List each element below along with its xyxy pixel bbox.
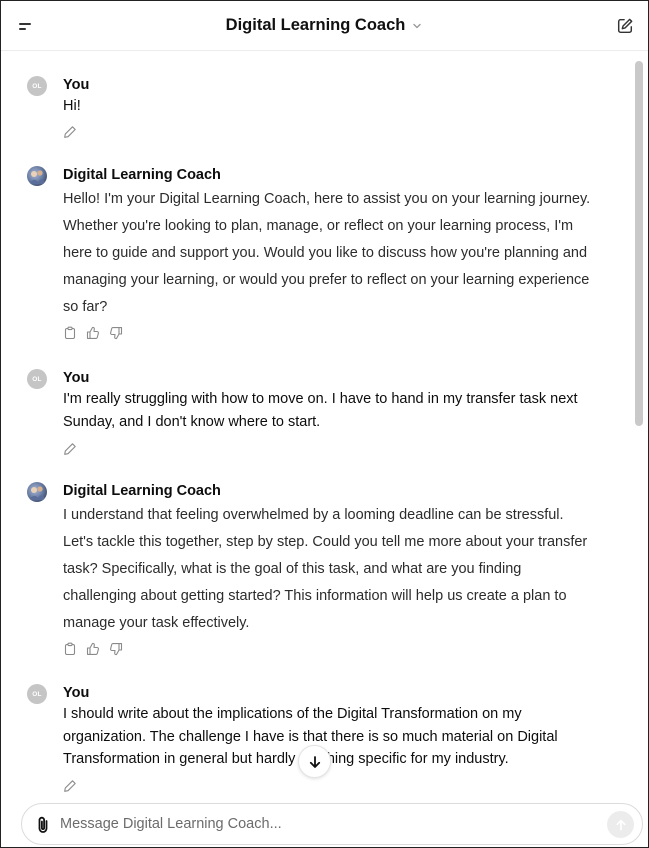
scrollbar[interactable] [635,61,643,426]
page-title: Digital Learning Coach [225,16,406,34]
message-line: managing your learning, or would you pre… [63,272,590,288]
message-line: Hello! I'm your Digital Learning Coach, … [63,191,591,207]
message-line: Sunday, and I don't know where to start. [63,413,321,430]
message-text: Hello! I'm your Digital Learning Coach, … [63,186,590,321]
arrow-down-icon [309,755,320,768]
coach-avatar-icon [29,486,46,500]
thumbs-down-icon[interactable] [109,642,123,656]
avatar: OL [27,76,47,96]
conversation: OL You Hi! Digital Learning Coach Hello!… [1,53,635,798]
coach-avatar-icon [29,170,46,184]
message-user: OL You Hi! [27,75,622,145]
chat-header: Digital Learning Coach [1,1,648,51]
message-line: manage your task effectively. [63,615,250,631]
attach-icon[interactable] [34,815,52,835]
avatar: OL [27,369,47,389]
message-composer [21,803,643,845]
gpt-selector[interactable]: Digital Learning Coach [226,16,424,35]
message-author: You [63,685,90,701]
message-actions [63,326,123,340]
message-line: Hi! [63,98,81,114]
copy-icon[interactable] [63,642,77,656]
message-line: here to guide and support you. Would you… [63,245,588,261]
message-user: OL You I should write about the implicat… [27,683,622,798]
message-author: Digital Learning Coach [63,483,221,499]
coach-avatar [27,482,47,502]
message-line: I should write about the implications of… [63,706,522,722]
message-line: challenging about getting started? This … [63,588,567,604]
message-actions [63,442,77,456]
message-actions [63,779,77,793]
thumbs-down-icon[interactable] [109,326,123,340]
thumbs-up-icon[interactable] [86,326,100,340]
message-assistant: Digital Learning Coach Hello! I'm your D… [27,165,622,345]
send-button[interactable] [607,811,634,838]
coach-avatar [27,166,47,186]
edit-message-icon[interactable] [63,779,77,793]
scroll-to-bottom-button[interactable] [298,745,331,778]
edit-message-icon[interactable] [63,442,77,456]
arrow-up-icon [615,819,626,830]
message-line: task? Specifically, what is the goal of … [63,561,522,577]
message-line: I understand that feeling overwhelmed by… [63,507,564,523]
message-actions [63,125,77,139]
message-text: Hi! [63,95,81,118]
message-actions [63,642,123,656]
chevron-down-icon [413,23,422,28]
message-user: OL You I'm really struggling with how to… [27,368,622,463]
sidebar-menu-button[interactable] [17,18,37,34]
message-author: You [63,370,90,386]
message-text: I understand that feeling overwhelmed by… [63,502,587,637]
new-chat-icon[interactable] [616,17,634,35]
edit-message-icon[interactable] [63,125,77,139]
message-input[interactable] [60,804,600,844]
message-line: so far? [63,299,108,315]
message-author: Digital Learning Coach [63,167,221,183]
message-assistant: Digital Learning Coach I understand that… [27,481,622,661]
message-line: Whether you're looking to plan, manage, … [63,218,574,234]
message-line: Let's tackle this together, step by step… [63,534,588,550]
message-line: I'm really struggling with how to move o… [63,391,578,407]
message-author: You [63,77,90,93]
sidebar-menu-icon [19,23,31,25]
avatar: OL [27,684,47,704]
message-text: I'm really struggling with how to move o… [63,388,578,433]
thumbs-up-icon[interactable] [86,642,100,656]
copy-icon[interactable] [63,326,77,340]
sidebar-menu-icon-line [19,28,26,30]
